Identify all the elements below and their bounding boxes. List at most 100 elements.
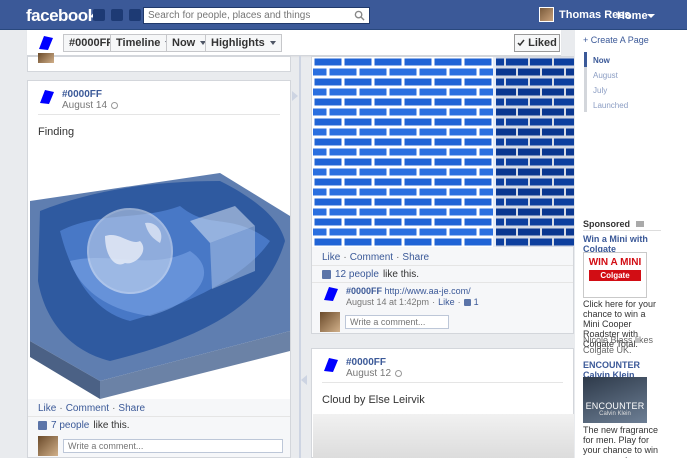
ad-title[interactable]: Win a Mini with Colgate <box>583 234 663 254</box>
comment-link-url[interactable]: http://www.aa-je.com/ <box>385 286 471 296</box>
divider <box>583 230 661 231</box>
comment-input[interactable] <box>345 315 449 329</box>
highlights-dropdown[interactable]: Highlights <box>205 34 282 52</box>
ad-image-text: WIN A MINI <box>588 257 642 268</box>
post-date[interactable]: August 12 <box>346 368 391 379</box>
page-avatar-icon[interactable] <box>38 89 56 105</box>
comment: #0000FF http://www.aa-je.com/ August 14 … <box>322 286 479 308</box>
comment-box <box>320 312 449 332</box>
likes-people-link[interactable]: 7 people <box>51 420 89 431</box>
liked-button[interactable]: Liked <box>514 34 560 52</box>
top-bar: facebook Thomas Rees Home <box>0 0 687 30</box>
divider <box>38 114 280 115</box>
post-card: #0000FF August 12 Cloud by Else Leirvik <box>311 348 574 458</box>
thumbs-up-icon <box>322 270 331 279</box>
previous-post-remnant <box>27 53 291 72</box>
post-header: #0000FF August 14 <box>38 89 119 111</box>
highlights-label: Highlights <box>211 37 265 49</box>
search-icon[interactable] <box>354 10 365 21</box>
timeline-connector-icon <box>292 91 298 101</box>
page-avatar-icon[interactable] <box>322 286 340 302</box>
thumbs-up-icon <box>463 299 471 306</box>
timeline-spine <box>299 56 301 458</box>
scrubber-item-july[interactable]: July <box>587 82 628 97</box>
post-actions: Like · Comment · Share <box>322 252 430 263</box>
like-link[interactable]: Like <box>38 403 56 414</box>
divider <box>312 265 573 266</box>
ad-image[interactable]: WIN A MINI Colgate <box>583 252 647 298</box>
page-avatar-icon[interactable] <box>322 357 340 373</box>
post-photo[interactable] <box>30 151 290 401</box>
share-link[interactable]: Share <box>118 403 145 414</box>
globe-icon <box>111 102 119 109</box>
sponsored-header: Sponsored <box>583 219 644 229</box>
create-page-link[interactable]: + Create A Page <box>583 35 649 45</box>
comment-meta: August 14 at 1:42pm <box>346 297 430 307</box>
messages-icon[interactable] <box>111 9 123 21</box>
post-author[interactable]: #0000FF <box>62 89 118 100</box>
post-header: #0000FF August 12 <box>322 357 403 379</box>
search-box <box>143 7 370 24</box>
likes-people-link[interactable]: 12 people <box>335 269 379 280</box>
post-actions: Like · Comment · Share <box>38 403 146 414</box>
search-input[interactable] <box>144 8 344 23</box>
post-card: Like · Comment · Share 12 people like this… <box>311 56 574 334</box>
notification-icons <box>93 9 141 21</box>
comment-author[interactable]: #0000FF <box>346 286 382 296</box>
post-text: Cloud by Else Leirvik <box>322 394 425 406</box>
divider <box>312 282 573 283</box>
timeline-connector-icon <box>301 375 307 385</box>
now-label: Now <box>172 37 196 49</box>
comment-input[interactable] <box>63 439 283 453</box>
ad-image[interactable]: ENCOUNTER Calvin Klein <box>583 377 647 423</box>
divider <box>28 416 290 417</box>
ad-image-brand: Colgate <box>589 270 641 281</box>
likes-suffix: like this. <box>93 420 130 431</box>
avatar <box>38 53 54 63</box>
comment-link[interactable]: Comment <box>66 403 109 414</box>
ad-choices-icon[interactable] <box>635 221 644 227</box>
sponsored-label: Sponsored <box>583 219 631 229</box>
scrubber-item-now[interactable]: Now <box>584 52 628 67</box>
page-avatar-icon[interactable] <box>37 35 55 51</box>
scrubber-item-launched[interactable]: Launched <box>587 97 628 112</box>
post-date-row: August 12 <box>346 368 403 379</box>
ad-social-context: Nicole Blass likes Colgate UK. <box>583 335 654 355</box>
ad-body[interactable]: The new fragrance for men. Play for your… <box>583 425 663 458</box>
comment-like-count[interactable]: 1 <box>474 297 479 308</box>
timeline-label: Timeline <box>116 37 161 49</box>
divider <box>322 382 563 383</box>
comment-link[interactable]: Comment <box>350 252 393 263</box>
likes-row: 7 people like this. <box>38 420 130 431</box>
account-menu-chevron-down-icon[interactable] <box>647 14 655 18</box>
likes-suffix: like this. <box>382 269 420 280</box>
avatar <box>38 436 58 456</box>
share-link[interactable]: Share <box>402 252 429 263</box>
globe-icon <box>395 370 403 377</box>
avatar <box>539 7 554 22</box>
notifications-icon[interactable] <box>129 9 141 21</box>
checkmark-icon <box>517 39 525 47</box>
post-text: Finding <box>38 126 75 138</box>
post-photo[interactable] <box>313 57 574 247</box>
comment-box <box>38 436 283 456</box>
ad-image-text: ENCOUNTER <box>585 401 645 411</box>
post-card: #0000FF August 14 Finding Like · Comment ·… <box>27 80 291 458</box>
facebook-logo[interactable]: facebook <box>26 6 97 26</box>
ad-image-brand: Calvin Klein <box>599 411 631 417</box>
likes-row: 12 people like this. <box>322 269 419 280</box>
timeline-header: #0000FF Timeline Now Highlights Liked <box>27 30 561 56</box>
post-date[interactable]: August 14 <box>62 100 107 111</box>
avatar <box>320 312 340 332</box>
home-link[interactable]: Home <box>617 10 648 22</box>
comment-like-link[interactable]: Like <box>438 297 455 308</box>
post-photo[interactable] <box>313 414 574 458</box>
liked-label: Liked <box>528 37 557 49</box>
like-link[interactable]: Like <box>322 252 340 263</box>
thumbs-up-icon <box>38 421 47 430</box>
scrubber-item-august[interactable]: August <box>587 67 628 82</box>
post-author[interactable]: #0000FF <box>346 357 402 368</box>
post-date-row: August 14 <box>62 100 119 111</box>
chevron-down-icon <box>269 41 276 45</box>
friend-requests-icon[interactable] <box>93 9 105 21</box>
